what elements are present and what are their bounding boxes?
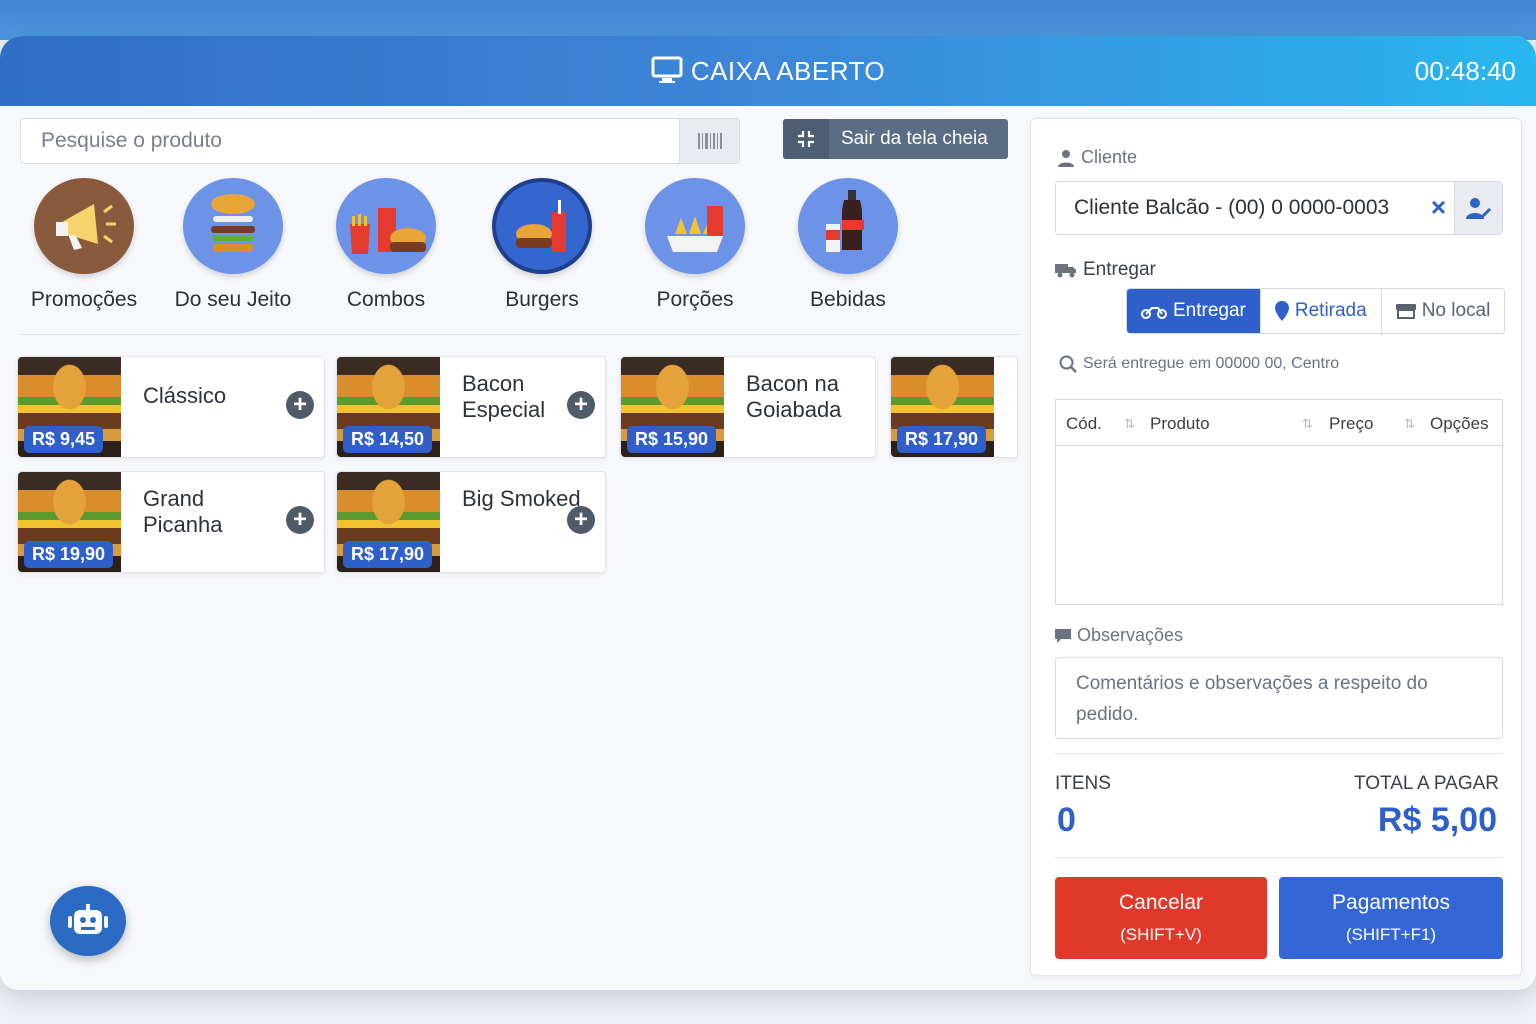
product-card-big-smoked[interactable]: R$ 17,90 Big Smoked + (336, 471, 606, 573)
add-icon[interactable]: + (286, 391, 314, 419)
search-location-icon (1059, 355, 1077, 373)
barcode-button[interactable] (679, 119, 739, 163)
stacked-burger-icon (183, 178, 283, 274)
user-icon (1058, 149, 1074, 167)
divider (1055, 857, 1503, 858)
cancel-button[interactable]: Cancelar (SHIFT+V) (1055, 877, 1267, 959)
map-pin-icon (1274, 301, 1289, 321)
product-card-grand-picanha[interactable]: R$ 19,90 Grand Picanha + (17, 471, 325, 573)
product-card-bacon-goiabada[interactable]: R$ 15,90 Bacon na Goiabada (620, 356, 876, 458)
product-card-bacon-especial[interactable]: R$ 14,50 Bacon Especial + (336, 356, 606, 458)
table-header: Cód. ⇅ Produto ⇅ Preço ⇅ Opções (1056, 400, 1502, 446)
motorcycle-icon (1141, 307, 1167, 319)
comment-icon (1055, 628, 1071, 643)
exit-fullscreen-button[interactable]: Sair da tela cheia (783, 119, 1008, 159)
add-icon[interactable]: + (567, 506, 595, 534)
store-icon (1395, 304, 1416, 319)
order-items-table: Cód. ⇅ Produto ⇅ Preço ⇅ Opções (1055, 399, 1503, 605)
divider (20, 334, 1020, 335)
obs-textarea[interactable] (1076, 668, 1482, 728)
clock: 00:48:40 (1414, 56, 1516, 86)
compress-icon (783, 119, 829, 159)
category-do-seu-jeito[interactable]: Do seu Jeito (163, 178, 303, 312)
obs-label: Observações (1055, 625, 1183, 646)
edit-client-button[interactable] (1454, 182, 1502, 234)
product-price: R$ 19,90 (24, 541, 114, 568)
add-icon[interactable]: + (286, 506, 314, 534)
user-edit-icon (1465, 198, 1491, 219)
product-price: R$ 14,50 (343, 426, 433, 453)
clear-client-icon[interactable]: × (1431, 192, 1446, 223)
product-card-partial[interactable]: R$ 17,90 (890, 356, 1018, 458)
truck-icon (1055, 264, 1076, 278)
total-value: R$ 5,00 (1377, 801, 1497, 839)
delivery-label: Entregar (1055, 259, 1156, 281)
barcode-icon (697, 133, 722, 149)
category-burgers[interactable]: Burgers (472, 178, 612, 312)
category-promocoes[interactable]: Promoções (14, 178, 154, 312)
product-price: R$ 17,90 (897, 426, 987, 453)
column-opcoes[interactable]: Opções (1430, 414, 1489, 434)
payments-button[interactable]: Pagamentos (SHIFT+F1) (1279, 877, 1503, 959)
search-box (20, 118, 740, 164)
column-cod[interactable]: Cód. (1066, 414, 1102, 434)
category-combos[interactable]: Combos (316, 178, 456, 312)
add-icon[interactable]: + (567, 391, 595, 419)
burger-drink-icon (492, 178, 592, 274)
fries-icon (645, 178, 745, 274)
product-price: R$ 15,90 (627, 426, 717, 453)
sort-icon: ⇅ (1302, 416, 1313, 431)
delivery-note: Será entregue em 00000 00, Centro (1059, 355, 1339, 373)
megaphone-icon (34, 178, 134, 274)
sort-icon: ⇅ (1124, 416, 1135, 431)
chatbot-button[interactable] (50, 886, 126, 956)
product-price: R$ 9,45 (24, 426, 104, 453)
divider (1055, 753, 1503, 754)
order-panel: Cliente Cliente Balcão - (00) 0 0000-000… (1030, 118, 1522, 976)
delivery-mode-toggle: Entregar Retirada No local (1126, 288, 1506, 334)
product-price: R$ 17,90 (343, 541, 433, 568)
items-count: 0 (1057, 801, 1076, 839)
monitor-icon (651, 56, 683, 91)
sort-icon: ⇅ (1404, 416, 1415, 431)
option-no-local[interactable]: No local (1380, 289, 1505, 333)
client-field[interactable]: Cliente Balcão - (00) 0 0000-0003 × (1055, 181, 1503, 235)
option-retirada[interactable]: Retirada (1259, 289, 1381, 333)
robot-icon (68, 904, 108, 934)
client-label: Cliente (1057, 147, 1137, 168)
column-produto[interactable]: Produto (1150, 414, 1210, 434)
category-porcoes[interactable]: Porções (625, 178, 765, 312)
pos-window: CAIXA ABERTO 00:48:40 Sair da tela cheia… (0, 36, 1536, 990)
search-input[interactable] (21, 119, 679, 163)
page-title: CAIXA ABERTO (0, 56, 1536, 91)
option-entregar[interactable]: Entregar (1127, 289, 1260, 333)
obs-field (1055, 657, 1503, 739)
total-label: TOTAL A PAGAR (1353, 773, 1499, 794)
combo-meal-icon (336, 178, 436, 274)
top-bar: CAIXA ABERTO 00:48:40 (0, 36, 1536, 106)
soda-bottle-icon (798, 178, 898, 274)
product-card-classico[interactable]: R$ 9,45 Clássico + (17, 356, 325, 458)
items-label: ITENS (1055, 773, 1111, 794)
category-bebidas[interactable]: Bebidas (778, 178, 918, 312)
column-preco[interactable]: Preço (1329, 414, 1373, 434)
product-name: Bacon na Goiabada (746, 371, 842, 422)
product-name: Clássico (143, 383, 227, 408)
product-name: Grand Picanha (143, 486, 223, 537)
